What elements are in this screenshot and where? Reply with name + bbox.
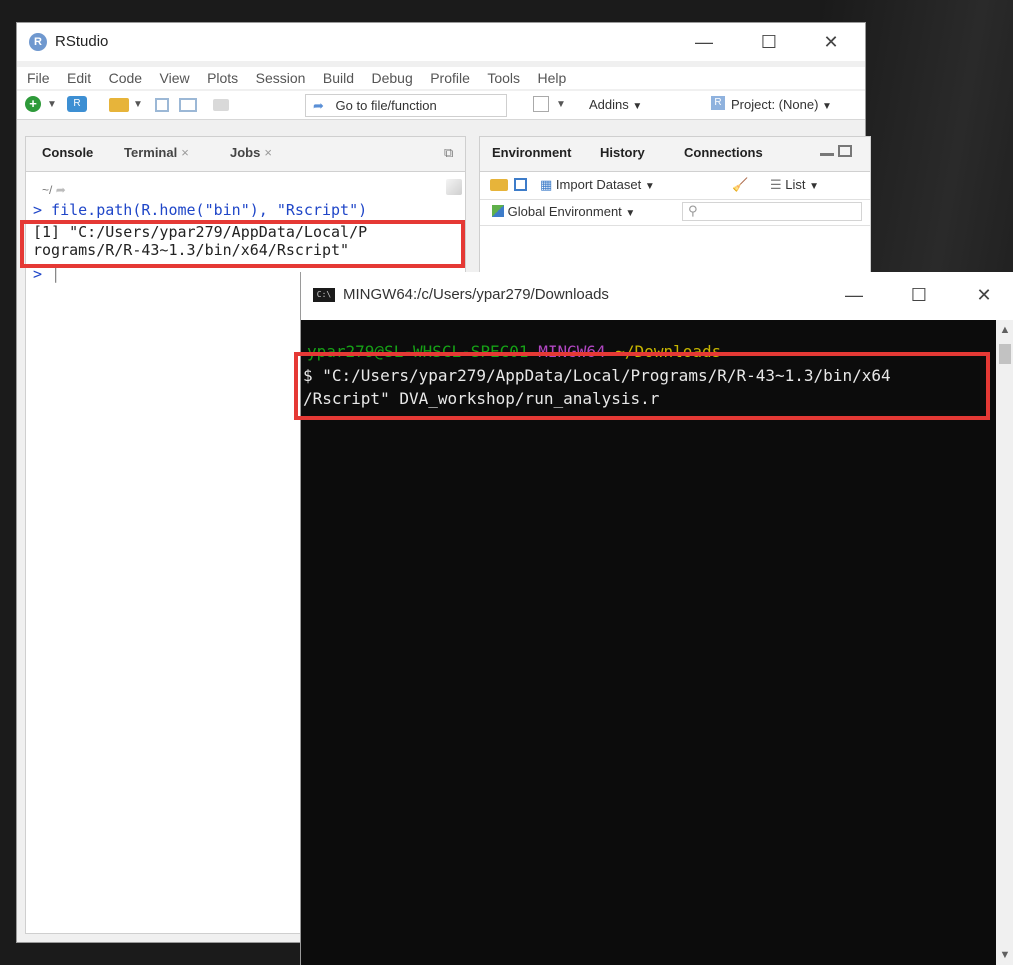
close-icon[interactable]: ✕ <box>961 276 1007 314</box>
project-dropdown-icon: ▼ <box>822 101 832 112</box>
menu-debug[interactable]: Debug <box>372 67 413 89</box>
open-file-dropdown-icon[interactable]: ▼ <box>133 96 143 114</box>
environment-toolbar: ▦ Import Dataset ▼ 🧹 ☰ List ▼ <box>480 172 870 200</box>
tab-environment[interactable]: Environment <box>492 145 571 160</box>
menu-session[interactable]: Session <box>256 67 306 89</box>
go-to-file-placeholder: Go to file/function <box>335 98 437 113</box>
tab-jobs-label: Jobs <box>230 145 261 160</box>
new-file-dropdown-icon[interactable]: ▼ <box>47 96 57 114</box>
console-working-dir: ~/ <box>42 183 53 197</box>
addins-dropdown-icon: ▼ <box>632 101 643 112</box>
environment-scope-row: Global Environment ▼ ⚲ <box>480 199 870 226</box>
project-label: Project: (None) <box>731 97 819 112</box>
maximize-pane-icon[interactable]: ⧉ <box>444 145 453 161</box>
close-icon[interactable]: ✕ <box>808 23 854 61</box>
save-all-icon[interactable] <box>179 98 197 112</box>
minimize-icon[interactable]: — <box>831 276 877 314</box>
terminal-icon: C:\ <box>313 288 335 302</box>
maximize-pane-icon[interactable] <box>838 145 852 157</box>
global-environment-menu[interactable]: Global Environment ▼ <box>492 203 635 221</box>
search-icon: ⚲ <box>688 203 698 218</box>
go-to-file-input[interactable]: ➦ Go to file/function <box>305 94 507 117</box>
close-tab-icon[interactable]: × <box>264 145 272 160</box>
rstudio-titlebar: R RStudio — ☐ ✕ <box>17 23 865 61</box>
console-tabs: Console Terminal × Jobs × ⧉ <box>26 137 465 172</box>
project-menu[interactable]: Project: (None) ▼ <box>731 96 832 114</box>
environment-search-input[interactable]: ⚲ <box>682 202 862 221</box>
tab-connections[interactable]: Connections <box>684 145 763 160</box>
print-icon[interactable] <box>213 99 229 111</box>
console-command: > file.path(R.home("bin"), "Rscript") <box>33 201 368 219</box>
console-path: ~/ ➦ <box>42 183 66 197</box>
console-output-highlight <box>20 220 465 268</box>
tab-connections-label: Connections <box>684 145 763 160</box>
save-workspace-icon[interactable] <box>514 178 527 191</box>
new-file-icon[interactable]: + <box>25 96 41 112</box>
addins-label: Addins <box>589 97 629 112</box>
menu-help[interactable]: Help <box>538 67 567 89</box>
import-dataset-menu[interactable]: ▦ Import Dataset ▼ <box>540 176 655 194</box>
mingw-window-title: MINGW64:/c/Users/ypar279/Downloads <box>343 286 609 303</box>
save-icon[interactable] <box>155 98 169 112</box>
environment-icon <box>492 205 504 217</box>
rstudio-logo-icon: R <box>29 33 47 51</box>
menu-edit[interactable]: Edit <box>67 67 91 89</box>
maximize-icon[interactable]: ☐ <box>746 23 792 61</box>
menu-view[interactable]: View <box>160 67 190 89</box>
menu-bar: File Edit Code View Plots Session Build … <box>17 67 865 89</box>
new-project-icon[interactable]: R <box>67 96 87 112</box>
menu-tools[interactable]: Tools <box>487 67 520 89</box>
import-dropdown-icon: ▼ <box>644 181 655 192</box>
terminal-command-highlight <box>294 352 990 420</box>
scope-dropdown-icon: ▼ <box>625 208 636 219</box>
project-icon: R <box>711 96 725 110</box>
tab-console-label: Console <box>42 145 94 160</box>
list-dropdown-icon: ▼ <box>809 181 820 192</box>
maximize-icon[interactable]: ☐ <box>896 276 942 314</box>
go-to-dir-icon[interactable]: ➦ <box>56 183 66 197</box>
list-icon: ☰ <box>770 177 782 192</box>
window-title: RStudio <box>55 33 109 50</box>
menu-build[interactable]: Build <box>323 67 354 89</box>
clear-console-icon[interactable] <box>446 179 462 195</box>
tab-terminal[interactable]: Terminal × <box>124 145 189 160</box>
main-toolbar: + ▼ R ▼ ➦ Go to file/function ▼ Addins ▼… <box>17 91 865 120</box>
close-tab-icon[interactable]: × <box>181 145 189 160</box>
pane-layout-icon[interactable] <box>533 96 549 112</box>
arrow-right-icon: ➦ <box>313 98 324 113</box>
pane-layout-dropdown-icon[interactable]: ▼ <box>556 96 566 114</box>
load-workspace-icon[interactable] <box>490 179 508 191</box>
global-environment-label: Global Environment <box>507 204 622 219</box>
open-file-icon[interactable] <box>109 98 129 112</box>
environment-pane: Environment History Connections ▦ Import… <box>479 136 871 276</box>
broom-icon[interactable]: 🧹 <box>732 176 748 194</box>
list-view-menu[interactable]: ☰ List ▼ <box>770 176 819 194</box>
tab-terminal-label: Terminal <box>124 145 178 160</box>
tab-history-label: History <box>600 145 645 160</box>
menu-code[interactable]: Code <box>109 67 142 89</box>
terminal-scrollbar[interactable]: ▲ ▼ <box>996 320 1013 965</box>
tab-jobs[interactable]: Jobs × <box>230 145 272 160</box>
scroll-up-icon[interactable]: ▲ <box>999 324 1011 336</box>
tab-environment-label: Environment <box>492 145 572 160</box>
menu-plots[interactable]: Plots <box>207 67 238 89</box>
minimize-icon[interactable]: — <box>681 23 727 61</box>
table-icon: ▦ <box>540 177 553 192</box>
environment-tabs: Environment History Connections <box>480 137 870 172</box>
tab-console[interactable]: Console <box>42 145 93 160</box>
list-label: List <box>785 177 806 192</box>
menu-file[interactable]: File <box>27 67 50 89</box>
addins-menu[interactable]: Addins ▼ <box>589 96 642 114</box>
menu-profile[interactable]: Profile <box>430 67 470 89</box>
import-dataset-label: Import Dataset <box>555 177 642 192</box>
mingw-titlebar: C:\ MINGW64:/c/Users/ypar279/Downloads —… <box>301 272 1013 320</box>
tab-history[interactable]: History <box>600 145 645 160</box>
minimize-pane-icon[interactable] <box>820 153 834 156</box>
scroll-down-icon[interactable]: ▼ <box>999 949 1011 961</box>
scrollbar-thumb[interactable] <box>999 344 1011 364</box>
